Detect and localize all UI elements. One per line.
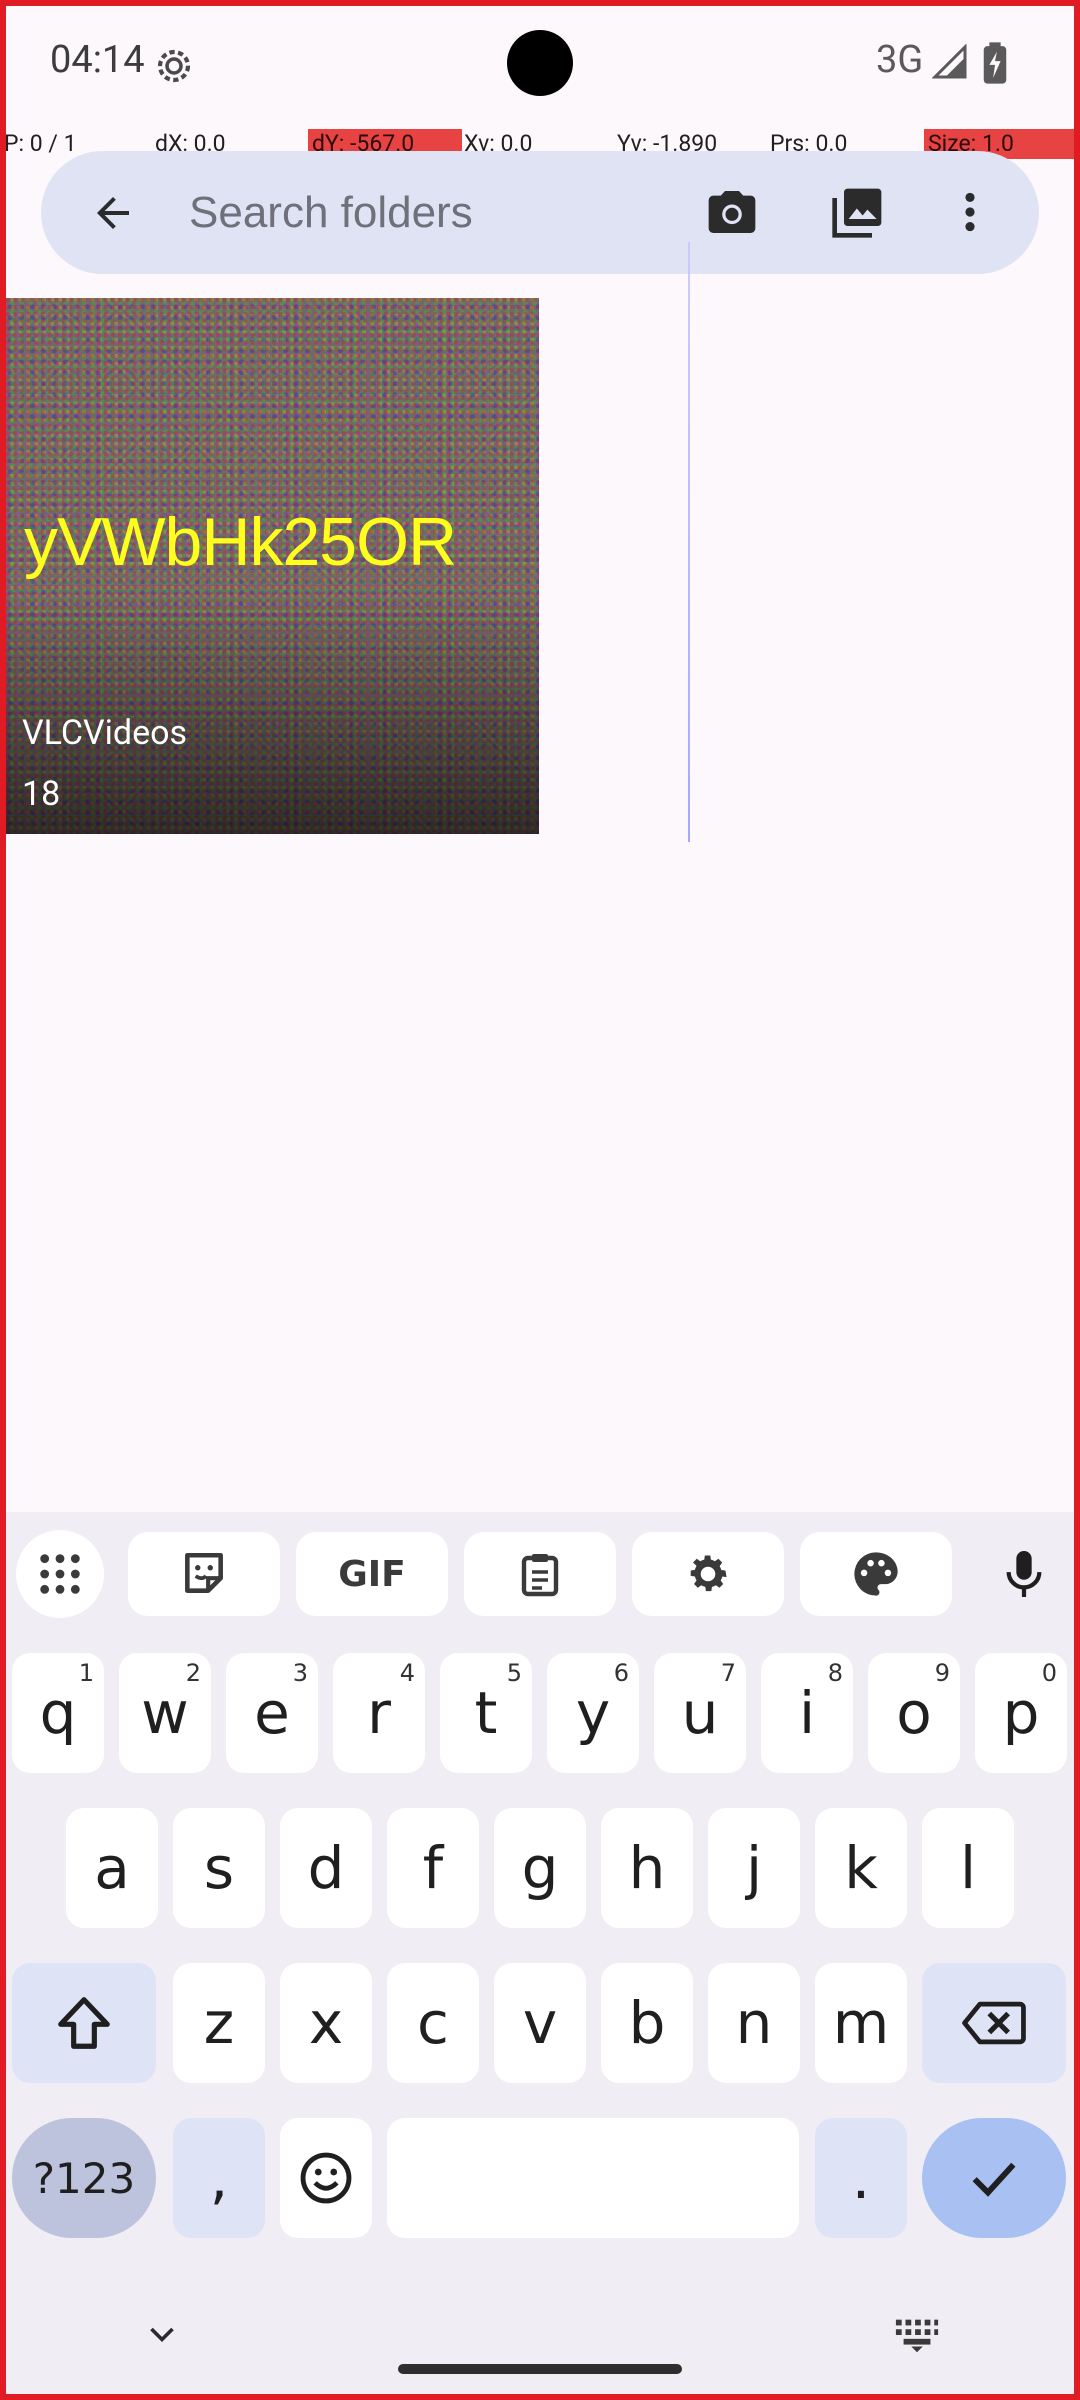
network-type: 3G	[876, 38, 924, 82]
key-p[interactable]: p0	[975, 1653, 1067, 1773]
status-time: 04:14	[50, 38, 145, 82]
clipboard-icon	[521, 1554, 559, 1597]
soft-keyboard: GIF q1 w2 e3 r4 t5 y6 u7 i8 o9 p0 a s d …	[6, 1512, 1074, 2394]
signal-icon	[932, 44, 967, 79]
key-s[interactable]: s	[173, 1808, 265, 1928]
folder-card[interactable]: yVWbHk25OR VLCVideos 18	[6, 298, 539, 834]
key-f[interactable]: f	[387, 1808, 479, 1928]
hide-keyboard-chevron-icon[interactable]	[142, 2317, 182, 2353]
clipboard-button[interactable]	[464, 1532, 616, 1616]
key-u[interactable]: u7	[654, 1653, 746, 1773]
sticker-icon	[185, 1552, 223, 1593]
camera-button[interactable]	[701, 181, 763, 243]
key-d[interactable]: d	[280, 1808, 372, 1928]
emoji-icon	[300, 2152, 352, 2204]
folder-name: VLCVideos	[22, 713, 188, 753]
key-c[interactable]: c	[387, 1963, 479, 2083]
comma-key[interactable]: ,	[173, 2118, 265, 2238]
thumbnail-text: yVWbHk25OR	[24, 504, 457, 580]
backspace-key[interactable]	[922, 1963, 1066, 2083]
key-k[interactable]: k	[815, 1808, 907, 1928]
key-q[interactable]: q1	[12, 1653, 104, 1773]
pointer-trace-line	[688, 242, 690, 842]
key-o[interactable]: o9	[868, 1653, 960, 1773]
key-b[interactable]: b	[601, 1963, 693, 2083]
more-vert-icon	[965, 192, 975, 232]
key-x[interactable]: x	[280, 1963, 372, 2083]
apps-grid-button[interactable]	[16, 1530, 104, 1618]
search-bar	[41, 151, 1039, 274]
key-z[interactable]: z	[173, 1963, 265, 2083]
key-r[interactable]: r4	[333, 1653, 425, 1773]
enter-key[interactable]	[922, 2118, 1066, 2238]
symbols-key[interactable]: ?123	[12, 2118, 156, 2238]
sticker-button[interactable]	[128, 1532, 280, 1616]
key-j[interactable]: j	[708, 1808, 800, 1928]
battery-charging-icon	[983, 42, 1007, 84]
gallery-button[interactable]	[827, 181, 889, 243]
voice-input-button[interactable]	[982, 1532, 1066, 1616]
home-indicator[interactable]	[398, 2364, 682, 2374]
space-key[interactable]	[387, 2118, 799, 2238]
key-y[interactable]: y6	[547, 1653, 639, 1773]
camera-icon	[708, 191, 756, 233]
keyboard-settings-button[interactable]	[632, 1532, 784, 1616]
key-i[interactable]: i8	[761, 1653, 853, 1773]
more-options-button[interactable]	[939, 181, 1001, 243]
pointer-count: P: 0 / 1	[4, 130, 77, 157]
key-h[interactable]: h	[601, 1808, 693, 1928]
search-input[interactable]	[187, 179, 711, 247]
key-w[interactable]: w2	[119, 1653, 211, 1773]
key-n[interactable]: n	[708, 1963, 800, 2083]
gif-button[interactable]: GIF	[296, 1532, 448, 1616]
front-camera-cutout	[507, 30, 573, 96]
keyboard-nav-row	[0, 2305, 1080, 2365]
mic-icon	[1006, 1551, 1042, 1597]
key-t[interactable]: t5	[440, 1653, 532, 1773]
backspace-icon	[962, 2001, 1026, 2045]
status-bar: 04:14 3G	[0, 0, 1080, 125]
palette-icon	[854, 1552, 898, 1596]
apps-grid-icon	[40, 1554, 80, 1594]
checkmark-icon	[972, 2162, 1016, 2197]
key-v[interactable]: v	[494, 1963, 586, 2083]
settings-icon	[690, 1555, 727, 1592]
period-key[interactable]: .	[815, 2118, 907, 2238]
theme-button[interactable]	[800, 1532, 952, 1616]
key-l[interactable]: l	[922, 1808, 1014, 1928]
key-m[interactable]: m	[815, 1963, 907, 2083]
keyboard-switch-icon[interactable]	[894, 2315, 940, 2355]
gif-icon: GIF	[338, 1553, 406, 1595]
emoji-key[interactable]	[280, 2118, 372, 2238]
key-e[interactable]: e3	[226, 1653, 318, 1773]
settings-gear-icon	[157, 49, 191, 83]
shift-icon	[58, 1997, 110, 2049]
key-a[interactable]: a	[66, 1808, 158, 1928]
key-g[interactable]: g	[494, 1808, 586, 1928]
back-arrow-icon[interactable]	[89, 189, 137, 237]
folder-item-count: 18	[22, 774, 61, 814]
gallery-icon	[832, 188, 882, 238]
shift-key[interactable]	[12, 1963, 156, 2083]
